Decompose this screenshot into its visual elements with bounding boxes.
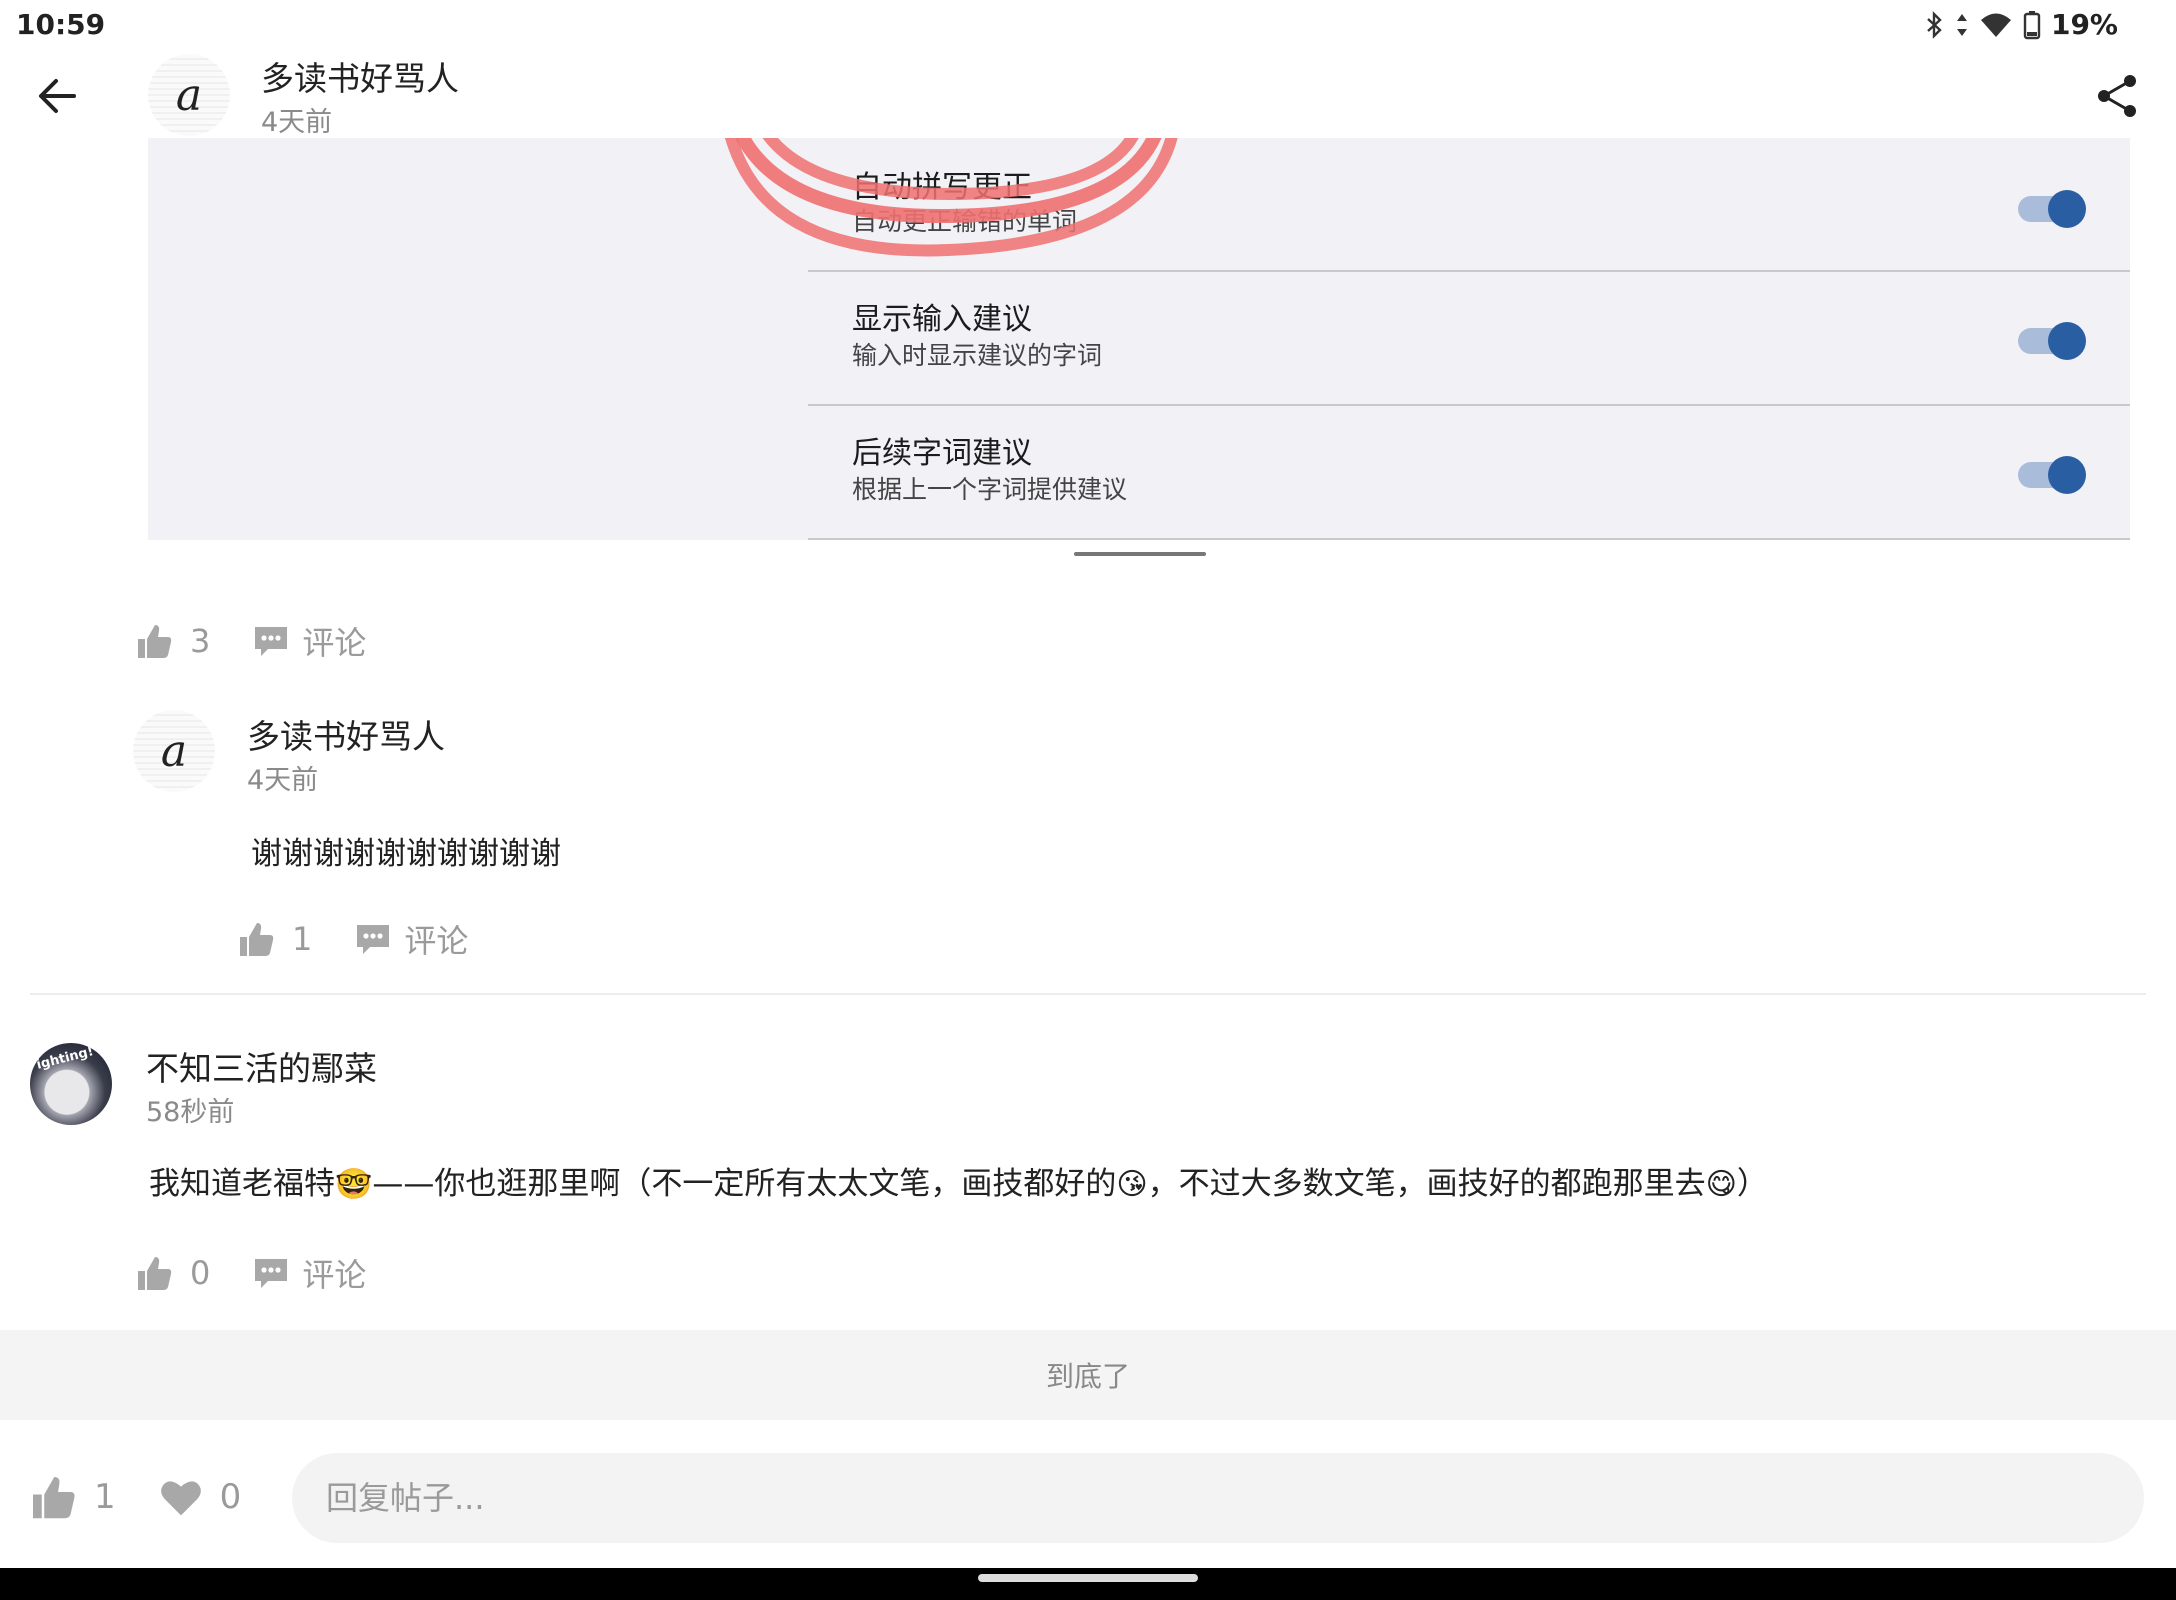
post-author-name[interactable]: 多读书好骂人: [261, 52, 459, 100]
comment-author-name[interactable]: 不知三活的鄢菜: [146, 1042, 377, 1090]
bottom-like-button[interactable]: 1: [28, 1472, 158, 1522]
comment-text-part: ，不过大多数文笔，画技好的都跑那里去: [1147, 1166, 1706, 1202]
reply-input[interactable]: [292, 1453, 2144, 1543]
post-comment-button[interactable]: 评论: [252, 618, 366, 664]
comment-text-part: 我知道老福特: [149, 1166, 335, 1202]
setting-title: 后续字词建议: [852, 436, 1032, 471]
post-time: 4天前: [261, 107, 333, 138]
reply-time: 4天前: [247, 765, 319, 796]
battery-percent: 19%: [2050, 8, 2118, 41]
comment-comment-label: 评论: [302, 1256, 367, 1294]
setting-subtitle: 根据上一个字词提供建议: [852, 475, 1128, 504]
comment-author-avatar[interactable]: ighting!: [30, 1043, 112, 1125]
nerd-face-emoji: 🤓: [335, 1167, 373, 1202]
comment-bubble-icon: [255, 1259, 288, 1288]
yum-face-emoji: 😋: [1705, 1167, 1737, 1202]
bottom-favorite-count: 0: [219, 1477, 242, 1517]
comment-text: 我知道老福特🤓——你也逛那里啊（不一定所有太太文笔，画技都好的😘，不过大多数文笔…: [149, 1158, 1768, 1203]
red-annotation-scribble: [725, 138, 1178, 257]
battery-icon: [2023, 10, 2041, 39]
home-gesture-pill[interactable]: [978, 1574, 1198, 1582]
heart-icon: [160, 1481, 201, 1516]
comment-actions: 0 评论: [134, 1250, 366, 1296]
reply-author-name[interactable]: 多读书好骂人: [247, 710, 445, 758]
toggle-switch: [2018, 190, 2086, 228]
thumb-up-icon: [240, 923, 274, 956]
status-icons: 19%: [1925, 8, 2118, 41]
comment-text-part: ）: [1736, 1166, 1768, 1202]
comment-like-count: 0: [190, 1254, 211, 1292]
post-like-count: 3: [190, 622, 211, 660]
reply-comment-label: 评论: [404, 922, 469, 960]
comment-bubble-icon: [357, 925, 390, 954]
toggle-switch: [2018, 456, 2086, 494]
setting-title: 显示输入建议: [852, 302, 1032, 337]
setting-subtitle: 输入时显示建议的字词: [852, 341, 1103, 370]
end-of-list-text: 到底了: [1045, 1360, 1130, 1393]
thumb-up-icon: [33, 1477, 75, 1519]
bottom-like-count: 1: [94, 1477, 116, 1517]
end-of-list-banner: 到底了: [0, 1330, 2176, 1420]
comment-time: 58秒前: [146, 1097, 235, 1128]
share-button[interactable]: [2092, 70, 2144, 122]
back-arrow-icon: [39, 79, 76, 113]
post-author-avatar[interactable]: 𝑎: [148, 54, 230, 136]
thumb-up-icon: [138, 625, 172, 658]
data-arrows-icon: [1956, 13, 1967, 36]
kiss-face-emoji: 😘: [1116, 1167, 1148, 1202]
bottom-actions: 1 0: [28, 1472, 241, 1522]
comment-bubble-icon: [255, 627, 288, 656]
reply-actions: 1 评论: [236, 916, 468, 962]
comment-like-button[interactable]: 0: [134, 1253, 252, 1293]
bottom-favorite-button[interactable]: 0: [158, 1474, 242, 1520]
system-navigation-bar: [0, 1568, 2176, 1600]
reply-comment-button[interactable]: 评论: [354, 916, 468, 962]
reply-text: 谢谢谢谢谢谢谢谢谢谢: [251, 836, 561, 872]
reply-like-button[interactable]: 1: [236, 919, 354, 959]
section-divider: [30, 993, 2146, 995]
image-handle-bar: [1074, 552, 1206, 556]
setting-row-suggestions: 显示输入建议 输入时显示建议的字词: [808, 272, 2130, 406]
bluetooth-icon: [1927, 10, 1942, 39]
back-button[interactable]: [30, 68, 86, 124]
reply-author-avatar[interactable]: 𝑎: [133, 710, 215, 792]
comment-text-part: ——你也逛那里啊（不一定所有太太文笔，画技都好的: [372, 1166, 1117, 1202]
thumb-up-icon: [138, 1257, 172, 1290]
post-comment-label: 评论: [302, 624, 367, 662]
comment-comment-button[interactable]: 评论: [252, 1250, 366, 1296]
post-like-button[interactable]: 3: [134, 621, 252, 661]
wifi-icon: [1980, 13, 2011, 37]
post-image-settings[interactable]: 自动拼写更正 自动更正输错的单词 显示输入建议 输入时显示建议的字词 后续字词建…: [148, 138, 2130, 540]
status-time: 10:59: [16, 8, 106, 41]
reply-like-count: 1: [292, 920, 313, 958]
setting-row-next-word: 后续字词建议 根据上一个字词提供建议: [808, 406, 2130, 540]
post-actions: 3 评论: [134, 618, 366, 664]
toggle-switch: [2018, 322, 2086, 360]
avatar-text: ighting!: [35, 1044, 96, 1073]
share-icon: [2098, 75, 2136, 117]
